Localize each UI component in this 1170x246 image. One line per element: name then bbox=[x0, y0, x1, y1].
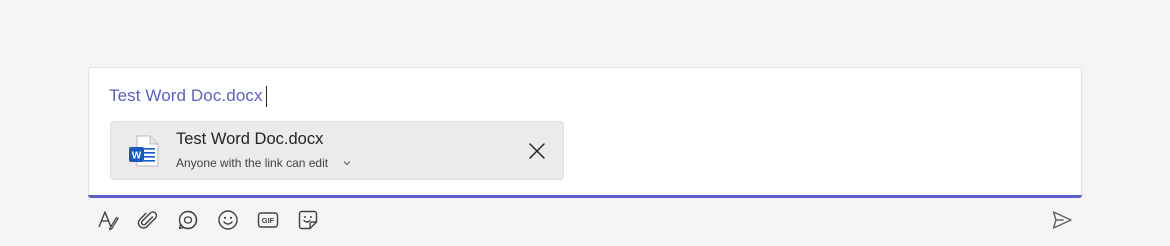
sticker-button[interactable] bbox=[294, 206, 322, 234]
compose-box[interactable]: Test Word Doc.docx W Test Word Doc.docx … bbox=[88, 67, 1082, 196]
loop-button[interactable] bbox=[174, 206, 202, 234]
emoji-button[interactable] bbox=[214, 206, 242, 234]
compose-focus-underline bbox=[88, 195, 1082, 198]
format-button[interactable] bbox=[94, 206, 122, 234]
word-document-icon: W bbox=[129, 135, 159, 167]
attach-button[interactable] bbox=[134, 206, 162, 234]
text-caret bbox=[265, 85, 267, 107]
permission-dropdown[interactable]: Anyone with the link can edit bbox=[176, 156, 352, 170]
attachment-card[interactable]: W Test Word Doc.docx Anyone with the lin… bbox=[110, 121, 564, 180]
emoji-icon bbox=[218, 210, 238, 230]
send-button[interactable] bbox=[1048, 206, 1076, 234]
gif-label: GIF bbox=[262, 216, 275, 225]
paperclip-icon bbox=[137, 211, 158, 229]
gif-icon: GIF bbox=[257, 212, 279, 228]
compose-toolbar: GIF bbox=[94, 206, 334, 234]
word-icon-letter: W bbox=[132, 151, 142, 162]
chevron-down-icon bbox=[343, 161, 351, 166]
message-input[interactable]: Test Word Doc.docx bbox=[109, 85, 267, 107]
send-icon bbox=[1052, 211, 1072, 229]
loop-component-icon bbox=[178, 210, 198, 230]
close-icon[interactable] bbox=[527, 141, 547, 161]
attachment-file-name: Test Word Doc.docx bbox=[176, 130, 324, 148]
gif-button[interactable]: GIF bbox=[254, 206, 282, 234]
permission-label: Anyone with the link can edit bbox=[176, 156, 329, 170]
sticker-icon bbox=[298, 210, 318, 230]
message-link-text[interactable]: Test Word Doc.docx bbox=[109, 86, 263, 106]
format-text-icon bbox=[98, 211, 119, 231]
